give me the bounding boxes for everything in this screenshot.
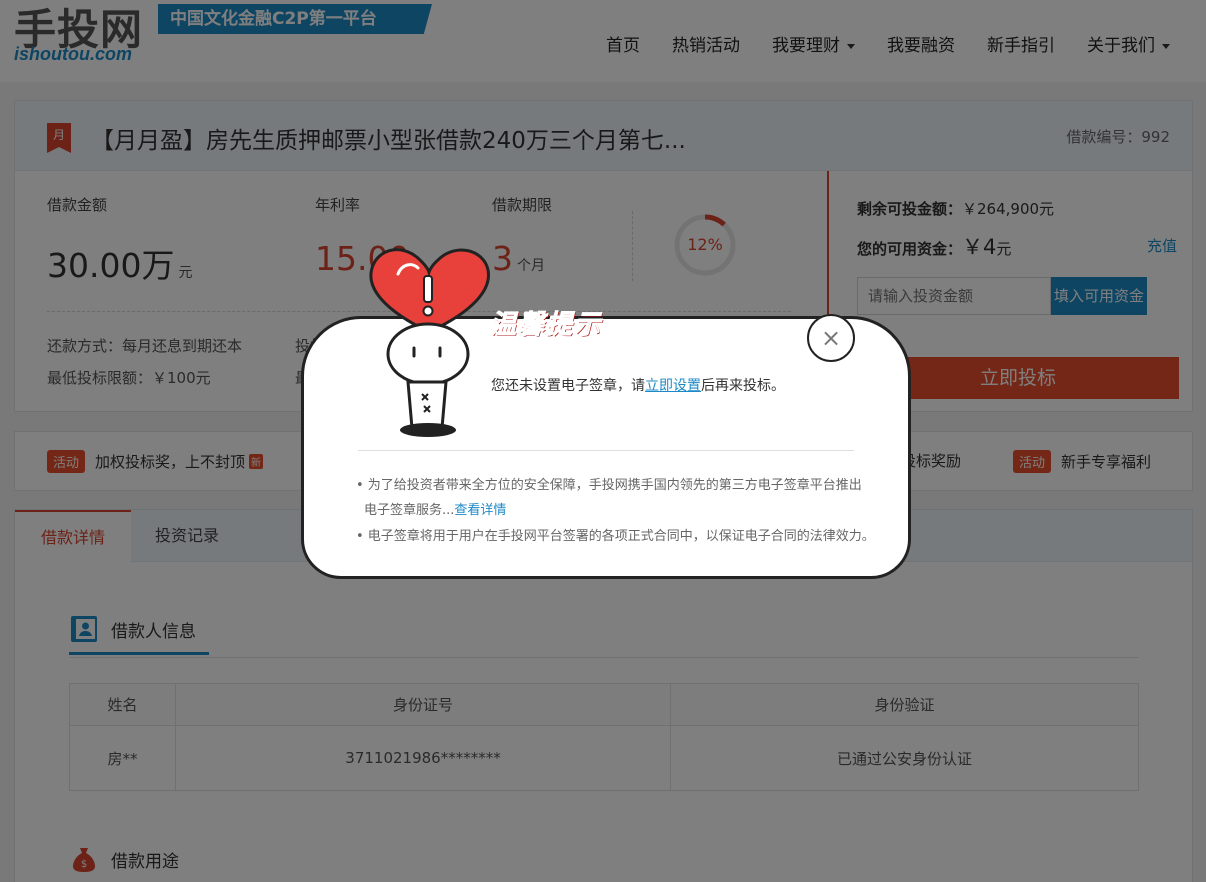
divider — [358, 450, 854, 451]
modal-note-1-line-2: 电子签章服务...查看详情 — [364, 499, 506, 518]
heart-mascot-icon — [369, 248, 490, 437]
close-icon: × — [820, 324, 842, 352]
modal-note-2: • 电子签章将用于用户在手投网平台签署的各项正式合同中，以保证电子合同的法律效力… — [356, 529, 875, 544]
message-prefix: 您还未设置电子签章，请 — [491, 378, 645, 394]
setup-now-link[interactable]: 立即设置 — [645, 378, 701, 394]
modal-note-1-line-1: • 为了给投资者带来全方位的安全保障，手投网携手国内领先的第三方电子签章平台推出 — [356, 478, 862, 493]
modal-title: 温馨提示 — [489, 310, 603, 341]
modal-message: 您还未设置电子签章，请立即设置后再来投标。 — [491, 375, 785, 395]
view-details-link[interactable]: 查看详情 — [454, 503, 506, 518]
close-button[interactable]: × — [807, 314, 855, 362]
message-suffix: 后再来投标。 — [701, 378, 785, 394]
note-text: 电子签章服务... — [364, 503, 455, 518]
